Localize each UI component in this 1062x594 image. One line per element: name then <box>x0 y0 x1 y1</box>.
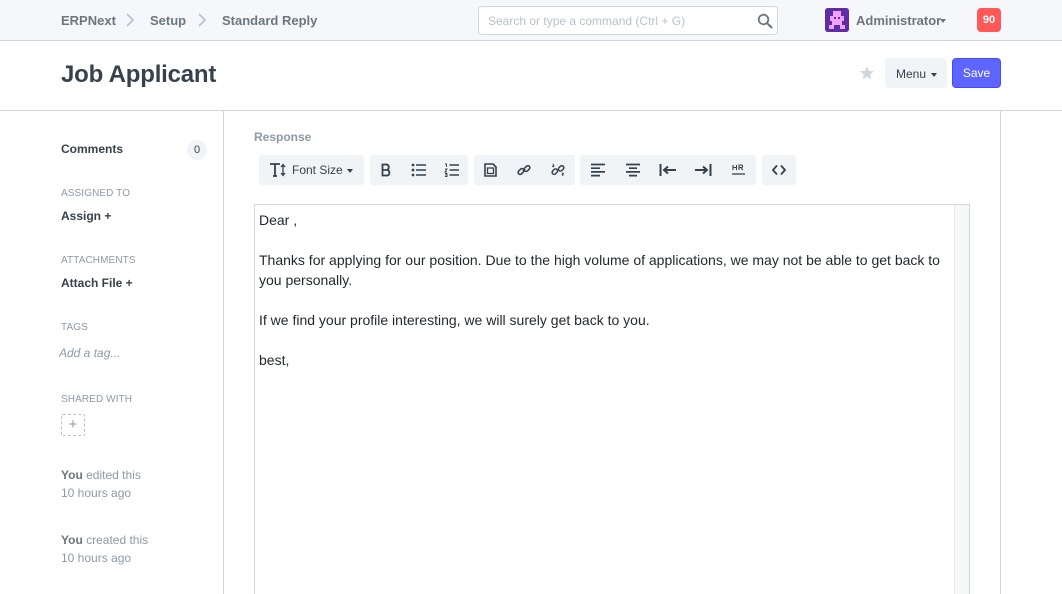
toolbar-insert-group <box>474 155 575 185</box>
attachments-label: ATTACHMENTS <box>61 255 136 266</box>
save-button[interactable]: Save <box>952 58 1001 88</box>
response-paragraph: Dear , <box>259 212 298 228</box>
breadcrumb-standard-reply[interactable]: Standard Reply <box>222 13 317 28</box>
ordered-list-icon <box>444 163 459 177</box>
response-editor-content[interactable]: Dear , Thanks for applying for our posit… <box>259 210 949 390</box>
search-box <box>478 6 778 35</box>
response-paragraph: best, <box>259 352 290 368</box>
timeline-time: 10 hours ago <box>61 551 132 565</box>
horizontal-rule-icon <box>732 164 745 175</box>
indent-button[interactable] <box>685 155 720 185</box>
search-icon[interactable] <box>757 13 773 29</box>
navbar: ERPNext Setup Standard Reply Administrat… <box>0 0 1062 41</box>
response-paragraph: Thanks for applying for our position. Du… <box>259 252 940 288</box>
align-center-icon <box>626 163 640 177</box>
page-title: Job Applicant <box>61 61 217 88</box>
outdent-button[interactable] <box>650 155 685 185</box>
breadcrumb-setup[interactable]: Setup <box>150 13 186 28</box>
sidebar-divider <box>223 111 224 594</box>
caret-down-icon <box>931 73 937 77</box>
breadcrumb-erpnext[interactable]: ERPNext <box>61 13 116 28</box>
unlink-icon <box>551 163 565 177</box>
unordered-list-icon <box>411 163 426 177</box>
font-size-label: Font Size <box>292 163 343 177</box>
comments-count-badge: 0 <box>187 140 207 160</box>
main-border <box>1000 111 1001 594</box>
timeline-user[interactable]: You <box>61 533 83 547</box>
insert-link-button[interactable] <box>507 155 541 185</box>
attach-file-link[interactable]: Attach File + <box>61 276 133 290</box>
align-left-icon <box>591 163 605 177</box>
horizontal-rule-button[interactable] <box>720 155 756 185</box>
assign-link[interactable]: Assign + <box>61 209 111 223</box>
text-height-icon <box>270 163 286 177</box>
comments-label: Comments <box>61 142 124 156</box>
bullet-list-button[interactable] <box>402 155 435 185</box>
outdent-icon <box>659 164 676 176</box>
numbered-list-button[interactable] <box>435 155 468 185</box>
search-input[interactable] <box>488 13 743 29</box>
response-editor[interactable]: Dear , Thanks for applying for our posit… <box>254 204 970 594</box>
timeline-action: You edited this <box>61 466 141 484</box>
indent-icon <box>695 164 712 176</box>
caret-down-icon <box>347 169 353 173</box>
timeline-item: You created this 10 hours ago <box>61 531 148 567</box>
response-paragraph: If we find your profile interesting, we … <box>259 312 650 328</box>
star-icon[interactable] <box>859 65 875 81</box>
tags-label: TAGS <box>61 322 88 333</box>
assigned-to-label: ASSIGNED TO <box>61 188 131 199</box>
chevron-right-icon <box>198 13 207 27</box>
timeline-action-text: edited this <box>82 468 141 482</box>
notification-badge[interactable]: 90 <box>977 8 1001 32</box>
user-menu[interactable]: Administrator <box>856 13 941 28</box>
caret-down-icon[interactable] <box>940 19 946 23</box>
timeline-time: 10 hours ago <box>61 486 132 500</box>
response-field-label: Response <box>254 130 312 144</box>
toolbar-format-group <box>370 155 468 185</box>
avatar-image <box>825 8 849 32</box>
timeline-user[interactable]: You <box>61 468 83 482</box>
editor-scrollbar[interactable] <box>954 205 969 594</box>
chevron-right-icon <box>126 13 135 27</box>
link-icon <box>517 164 531 176</box>
avatar[interactable] <box>825 8 849 32</box>
add-tag-input[interactable] <box>59 345 199 361</box>
bold-icon <box>381 163 391 177</box>
align-center-button[interactable] <box>615 155 650 185</box>
timeline-action: You created this <box>61 531 148 549</box>
shared-with-label: SHARED WITH <box>61 394 133 405</box>
toolbar-code-group <box>762 155 796 185</box>
code-view-button[interactable] <box>762 155 796 185</box>
add-share-button[interactable]: + <box>61 414 85 436</box>
toolbar-paragraph-group <box>580 155 756 185</box>
bold-button[interactable] <box>370 155 402 185</box>
toolbar-font-size-group: Font Size <box>259 155 364 185</box>
menu-button-label: Menu <box>896 67 927 81</box>
insert-picture-button[interactable] <box>474 155 507 185</box>
font-size-dropdown[interactable]: Font Size <box>259 155 364 185</box>
timeline-item: You edited this 10 hours ago <box>61 466 141 502</box>
timeline-action-text: created this <box>82 533 149 547</box>
page-head: Job Applicant Menu Save <box>0 41 1062 111</box>
code-icon <box>772 164 786 176</box>
align-left-button[interactable] <box>580 155 615 185</box>
unlink-button[interactable] <box>541 155 575 185</box>
menu-button[interactable]: Menu <box>885 58 947 88</box>
picture-icon <box>484 163 497 177</box>
